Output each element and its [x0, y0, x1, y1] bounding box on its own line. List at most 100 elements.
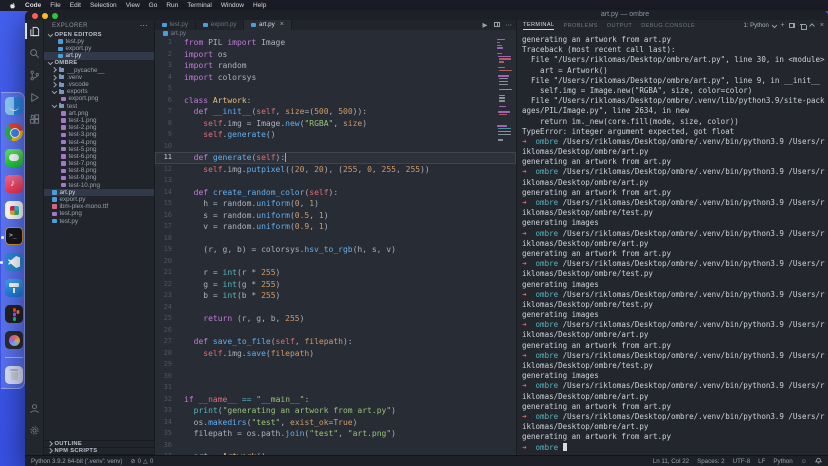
code-line[interactable]: 33 print("generating an artwork from art… [155, 405, 516, 417]
code-line[interactable]: 16 s = random.uniform(0.5, 1) [155, 210, 516, 222]
close-window-button[interactable] [32, 13, 38, 19]
dock-messages-icon[interactable] [5, 149, 23, 167]
menu-code[interactable]: Code [25, 2, 41, 9]
code-line[interactable]: 1from PIL import Image [155, 37, 516, 49]
code-line[interactable]: 31 [155, 382, 516, 394]
file-tree-item[interactable]: test-3.png [44, 131, 154, 138]
menu-help[interactable]: Help [253, 2, 266, 9]
explorer-more-actions-icon[interactable]: ⋯ [140, 24, 148, 28]
file-tree-item[interactable]: .venv [44, 74, 154, 81]
file-tree-item[interactable]: test-7.png [44, 160, 154, 167]
language-mode-status[interactable]: Python [773, 458, 792, 465]
menu-terminal[interactable]: Terminal [187, 2, 212, 9]
code-editor[interactable]: 1from PIL import Image2import os3import … [155, 37, 516, 455]
run-debug-icon[interactable] [25, 86, 44, 108]
panel-tab-terminal[interactable]: TERMINAL [523, 22, 554, 30]
settings-gear-icon[interactable] [25, 419, 44, 441]
problems-status[interactable]: ⊘ 0 △ 0 [130, 458, 153, 465]
tab-test.py[interactable]: test.py [155, 20, 196, 30]
run-python-file-icon[interactable]: ▶ [483, 21, 488, 29]
code-line[interactable]: 2import os [155, 49, 516, 61]
code-line[interactable]: 17 v = random.uniform(0.9, 1) [155, 221, 516, 233]
code-line[interactable]: 20 [155, 256, 516, 268]
file-tree-item[interactable]: test-5.png [44, 146, 154, 153]
maximize-panel-icon[interactable] [810, 24, 815, 29]
file-tree-item[interactable]: test-6.png [44, 153, 154, 160]
file-tree-item[interactable]: export.py [44, 196, 154, 203]
open-editor-item[interactable]: art.py [44, 52, 154, 59]
file-tree-item[interactable]: ibm-plex-mono.ttf [44, 203, 154, 210]
source-control-icon[interactable] [25, 64, 44, 86]
minimap[interactable] [497, 37, 513, 157]
open-editor-item[interactable]: export.py [44, 45, 154, 52]
code-line[interactable]: 14 def create_random_color(self): [155, 187, 516, 199]
code-line[interactable]: 32if __name__ == "__main__": [155, 394, 516, 406]
code-line[interactable]: 35 filepath = os.path.join("test", "art.… [155, 428, 516, 440]
folder-section-header[interactable]: OMBRE [44, 60, 154, 67]
cursor-position-status[interactable]: Ln 11, Col 22 [653, 458, 689, 465]
panel-tab-output[interactable]: OUTPUT [607, 23, 632, 29]
code-line[interactable]: 23 b = int(b * 255) [155, 290, 516, 302]
file-tree-item[interactable]: test-9.png [44, 174, 154, 181]
code-line[interactable]: 29 [155, 359, 516, 371]
dock-music-icon[interactable] [5, 175, 23, 193]
code-line[interactable]: 8 self.img = Image.new("RGBA", size) [155, 118, 516, 130]
code-line[interactable]: 5 [155, 83, 516, 95]
shell-selector[interactable]: 1: Python [743, 23, 775, 29]
menu-edit[interactable]: Edit [70, 2, 81, 9]
menu-go[interactable]: Go [149, 2, 158, 9]
file-tree-item[interactable]: exports [44, 88, 154, 95]
file-tree-item[interactable]: test [44, 103, 154, 110]
dock-creative-app-icon[interactable] [5, 331, 23, 349]
dock-terminal-icon[interactable] [5, 227, 23, 245]
code-line[interactable]: 21 r = int(r * 255) [155, 267, 516, 279]
tab-export.py[interactable]: export.py [196, 20, 244, 30]
file-tree-item[interactable]: test-1.png [44, 117, 154, 124]
code-line[interactable]: 24 [155, 302, 516, 314]
code-line[interactable]: 26 [155, 325, 516, 337]
code-line[interactable]: 7 def __init__(self, size=(500, 500)): [155, 106, 516, 118]
encoding-status[interactable]: UTF-8 [733, 458, 751, 465]
code-line[interactable]: 11 def generate(self): [155, 152, 516, 164]
menu-selection[interactable]: Selection [90, 2, 117, 9]
more-actions-icon[interactable]: ⋯ [506, 21, 513, 29]
dock-finder-icon[interactable] [5, 97, 23, 115]
search-icon[interactable] [25, 42, 44, 64]
file-tree-item[interactable]: art.py [44, 189, 154, 196]
dock-slack-icon[interactable] [5, 201, 23, 219]
code-line[interactable]: 36 [155, 440, 516, 452]
file-tree-item[interactable]: __pycache__ [44, 67, 154, 74]
code-line[interactable]: 30 [155, 371, 516, 383]
file-tree-item[interactable]: test-10.png [44, 182, 154, 189]
dock-figma-icon[interactable] [5, 305, 23, 323]
split-terminal-icon[interactable] [789, 23, 795, 28]
new-terminal-icon[interactable]: + [780, 23, 784, 29]
code-line[interactable]: 9 self.generate() [155, 129, 516, 141]
close-panel-icon[interactable]: × [820, 23, 824, 29]
breadcrumb[interactable]: art.py [155, 30, 516, 38]
open-editors-section-header[interactable]: OPEN EDITORS [44, 31, 154, 38]
notifications-bell-icon[interactable] [815, 456, 822, 466]
feedback-smiley-icon[interactable]: ☺ [801, 458, 807, 465]
code-line[interactable]: 3import random [155, 60, 516, 72]
apple-menu-icon[interactable] [8, 1, 16, 10]
menu-window[interactable]: Window [221, 2, 244, 9]
split-editor-icon[interactable] [494, 22, 500, 27]
menu-view[interactable]: View [126, 2, 140, 9]
code-line[interactable]: 18 [155, 233, 516, 245]
code-line[interactable]: 25 return (r, g, b, 255) [155, 313, 516, 325]
npm-scripts-section-header[interactable]: NPM SCRIPTS [44, 448, 154, 455]
dock-trash-icon[interactable] [5, 366, 23, 384]
file-tree-item[interactable]: test-8.png [44, 167, 154, 174]
code-line[interactable]: 22 g = int(g * 255) [155, 279, 516, 291]
tab-art.py[interactable]: art.py× [244, 20, 291, 30]
python-interpreter-status[interactable]: Python 3.9.2 64-bit ('.venv': venv) [31, 458, 122, 465]
file-tree-item[interactable]: art.png [44, 110, 154, 117]
code-line[interactable]: 13 [155, 175, 516, 187]
panel-tab-debug-console[interactable]: DEBUG CONSOLE [641, 23, 695, 29]
eol-status[interactable]: LF [758, 458, 765, 465]
code-line[interactable]: 4import colorsys [155, 72, 516, 84]
extensions-icon[interactable] [25, 108, 44, 130]
code-line[interactable]: 6class Artwork: [155, 95, 516, 107]
kill-terminal-icon[interactable] [800, 23, 806, 29]
